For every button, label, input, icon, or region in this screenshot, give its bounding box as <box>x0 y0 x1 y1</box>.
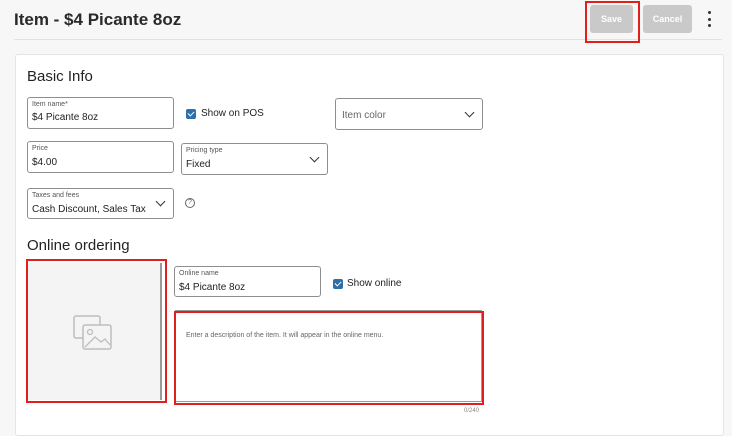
item-name-label: Item name* <box>32 101 68 108</box>
save-button[interactable]: Save <box>590 5 633 33</box>
description-placeholder: Enter a description of the item. It will… <box>186 332 384 339</box>
show-on-pos-label: Show on POS <box>201 108 264 119</box>
taxes-fees-select[interactable]: Taxes and fees Cash Discount, Sales Tax <box>27 188 174 219</box>
kebab-menu-icon[interactable] <box>704 11 714 27</box>
show-on-pos-checkbox[interactable] <box>186 109 196 119</box>
chevron-down-icon <box>155 196 166 207</box>
online-ordering-heading: Online ordering <box>27 237 130 254</box>
image-placeholder-icon <box>73 315 112 350</box>
image-upload-area[interactable] <box>27 263 162 400</box>
price-label: Price <box>32 145 48 152</box>
pricing-type-select[interactable]: Pricing type Fixed <box>181 143 328 175</box>
online-name-field[interactable]: Online name $4 Picante 8oz <box>174 266 321 297</box>
page-header: Item - $4 Picante 8oz Save Cancel <box>0 0 732 40</box>
price-value: $4.00 <box>32 157 58 168</box>
description-textarea[interactable]: Enter a description of the item. It will… <box>175 310 482 402</box>
header-divider <box>14 39 722 40</box>
show-online-checkbox[interactable] <box>333 279 343 289</box>
taxes-fees-value: Cash Discount, Sales Tax <box>32 204 146 215</box>
pricing-type-label: Pricing type <box>186 147 223 154</box>
item-color-select[interactable]: Item color <box>335 98 483 130</box>
page-title: Item - $4 Picante 8oz <box>14 10 182 29</box>
help-icon[interactable]: ? <box>185 198 195 208</box>
item-color-placeholder: Item color <box>342 110 386 121</box>
item-name-value: $4 Picante 8oz <box>32 112 99 123</box>
basic-info-heading: Basic Info <box>27 68 93 85</box>
character-counter: 0/240 <box>464 408 480 414</box>
chevron-down-icon <box>464 107 475 118</box>
price-field[interactable]: Price $4.00 <box>27 141 174 173</box>
show-online-label: Show online <box>347 278 402 289</box>
item-name-field[interactable]: Item name* $4 Picante 8oz <box>27 97 174 129</box>
taxes-fees-label: Taxes and fees <box>32 192 80 199</box>
chevron-down-icon <box>309 152 320 163</box>
pricing-type-value: Fixed <box>186 159 211 170</box>
online-name-label: Online name <box>179 270 219 277</box>
online-name-value: $4 Picante 8oz <box>179 282 246 293</box>
cancel-button[interactable]: Cancel <box>643 5 692 33</box>
